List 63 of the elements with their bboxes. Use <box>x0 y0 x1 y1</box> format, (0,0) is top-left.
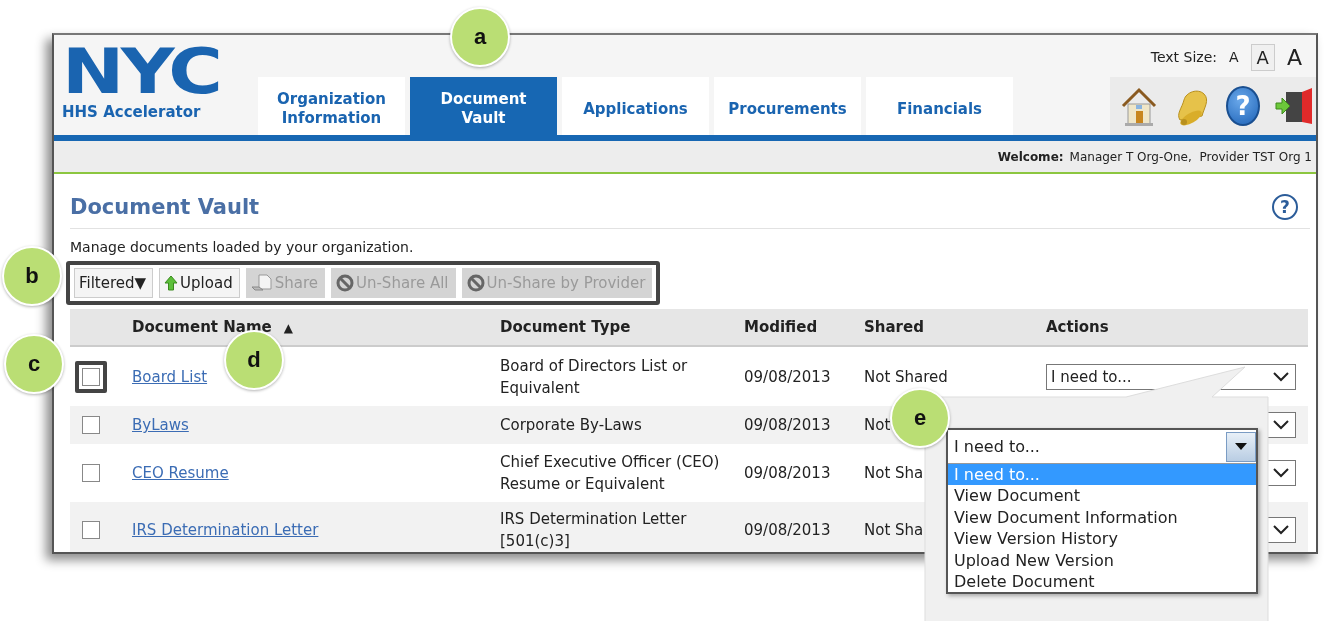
exit-door-icon[interactable] <box>1274 86 1314 126</box>
nav-tab[interactable]: Financials <box>866 77 1013 135</box>
page-title: Document Vault <box>70 195 260 219</box>
house-icon[interactable] <box>1120 86 1158 126</box>
text-size-option[interactable]: A <box>1280 41 1308 73</box>
document-link[interactable]: CEO Resume <box>132 464 229 482</box>
toolbar-button[interactable]: Upload <box>159 268 240 298</box>
dropdown-option[interactable]: Upload New Version <box>948 549 1256 571</box>
upload-arrow-icon <box>164 275 179 291</box>
chevron-down-icon <box>1273 525 1289 535</box>
document-link[interactable]: IRS Determination Letter <box>132 521 319 539</box>
logo: NYC <box>62 43 220 101</box>
no-symbol-icon <box>335 274 354 292</box>
text-size-option[interactable]: A <box>1223 46 1245 68</box>
dropdown-button[interactable] <box>1226 431 1256 462</box>
table-cell: Board of Directors List or Equivalent <box>500 356 688 397</box>
table-cell: Not Sha <box>864 464 924 482</box>
row-checkbox[interactable] <box>82 416 100 434</box>
table-cell: Not <box>864 416 891 434</box>
callout-marker: a <box>450 7 510 67</box>
text-size-option[interactable]: A <box>1250 43 1275 71</box>
table-cell: 09/08/2013 <box>744 367 831 386</box>
row-checkbox[interactable] <box>82 464 100 482</box>
user-name: Manager T Org-One, Provider TST Org 1 <box>1069 149 1312 164</box>
table-cell: Chief Executive Officer (CEO) Resume or Equivalent <box>500 453 720 493</box>
nav-tab[interactable]: Organization Information <box>258 77 405 135</box>
nav-tab[interactable]: Procurements <box>714 77 861 135</box>
callout-marker: b <box>2 246 62 306</box>
dropdown-option[interactable]: View Version History <box>948 528 1256 550</box>
table-cell: Not Sha <box>864 521 924 539</box>
column-header[interactable]: Actions <box>1046 318 1109 336</box>
text-size-label: Text Size: <box>1150 49 1218 65</box>
welcome-label: Welcome: <box>997 149 1064 164</box>
actions-dropdown[interactable]: I need to... I need to... View Document View Document Information View Version History Upload New Version Delete Document <box>946 428 1258 595</box>
dropdown-option[interactable]: View Document <box>948 485 1256 507</box>
table-cell: 09/08/2013 <box>744 521 831 539</box>
table-cell: IRS Determination Letter [501(c)3] <box>500 510 687 550</box>
help-button[interactable]: ? <box>1272 194 1298 220</box>
dropdown-option[interactable]: View Document Information <box>948 506 1256 529</box>
page-description: Manage documents loaded by your organization. <box>70 239 415 255</box>
table-cell: 09/08/2013 <box>744 416 831 434</box>
sort-indicator[interactable]: ▲ <box>283 321 293 335</box>
chevron-down-icon <box>1273 468 1289 478</box>
table-cell: Not Shared <box>864 367 948 386</box>
callout-marker: c <box>4 334 64 394</box>
dropdown-value: I need to... <box>954 437 1040 456</box>
document-link[interactable]: ByLaws <box>132 416 189 434</box>
chevron-down-icon <box>1273 371 1289 382</box>
triangle-down-icon <box>1235 442 1247 451</box>
toolbar-button[interactable]: Filtered▼ <box>74 268 154 298</box>
column-header[interactable]: Shared <box>864 318 924 336</box>
nav-tab[interactable]: Applications <box>562 77 709 135</box>
table-cell: Corporate By-Laws <box>500 416 642 434</box>
logo-subtitle: HHS Accelerator <box>62 103 201 121</box>
nav-tab[interactable]: Document Vault <box>410 77 557 135</box>
document-link[interactable]: Board List <box>132 367 208 386</box>
row-checkbox[interactable] <box>82 367 100 386</box>
chevron-down-icon <box>1273 420 1289 430</box>
no-symbol-icon <box>466 274 485 292</box>
dropdown-option[interactable]: Delete Document <box>948 570 1256 593</box>
table-cell: 09/08/2013 <box>744 464 831 482</box>
row-checkbox[interactable] <box>82 521 100 539</box>
document-hand-icon <box>250 273 273 293</box>
